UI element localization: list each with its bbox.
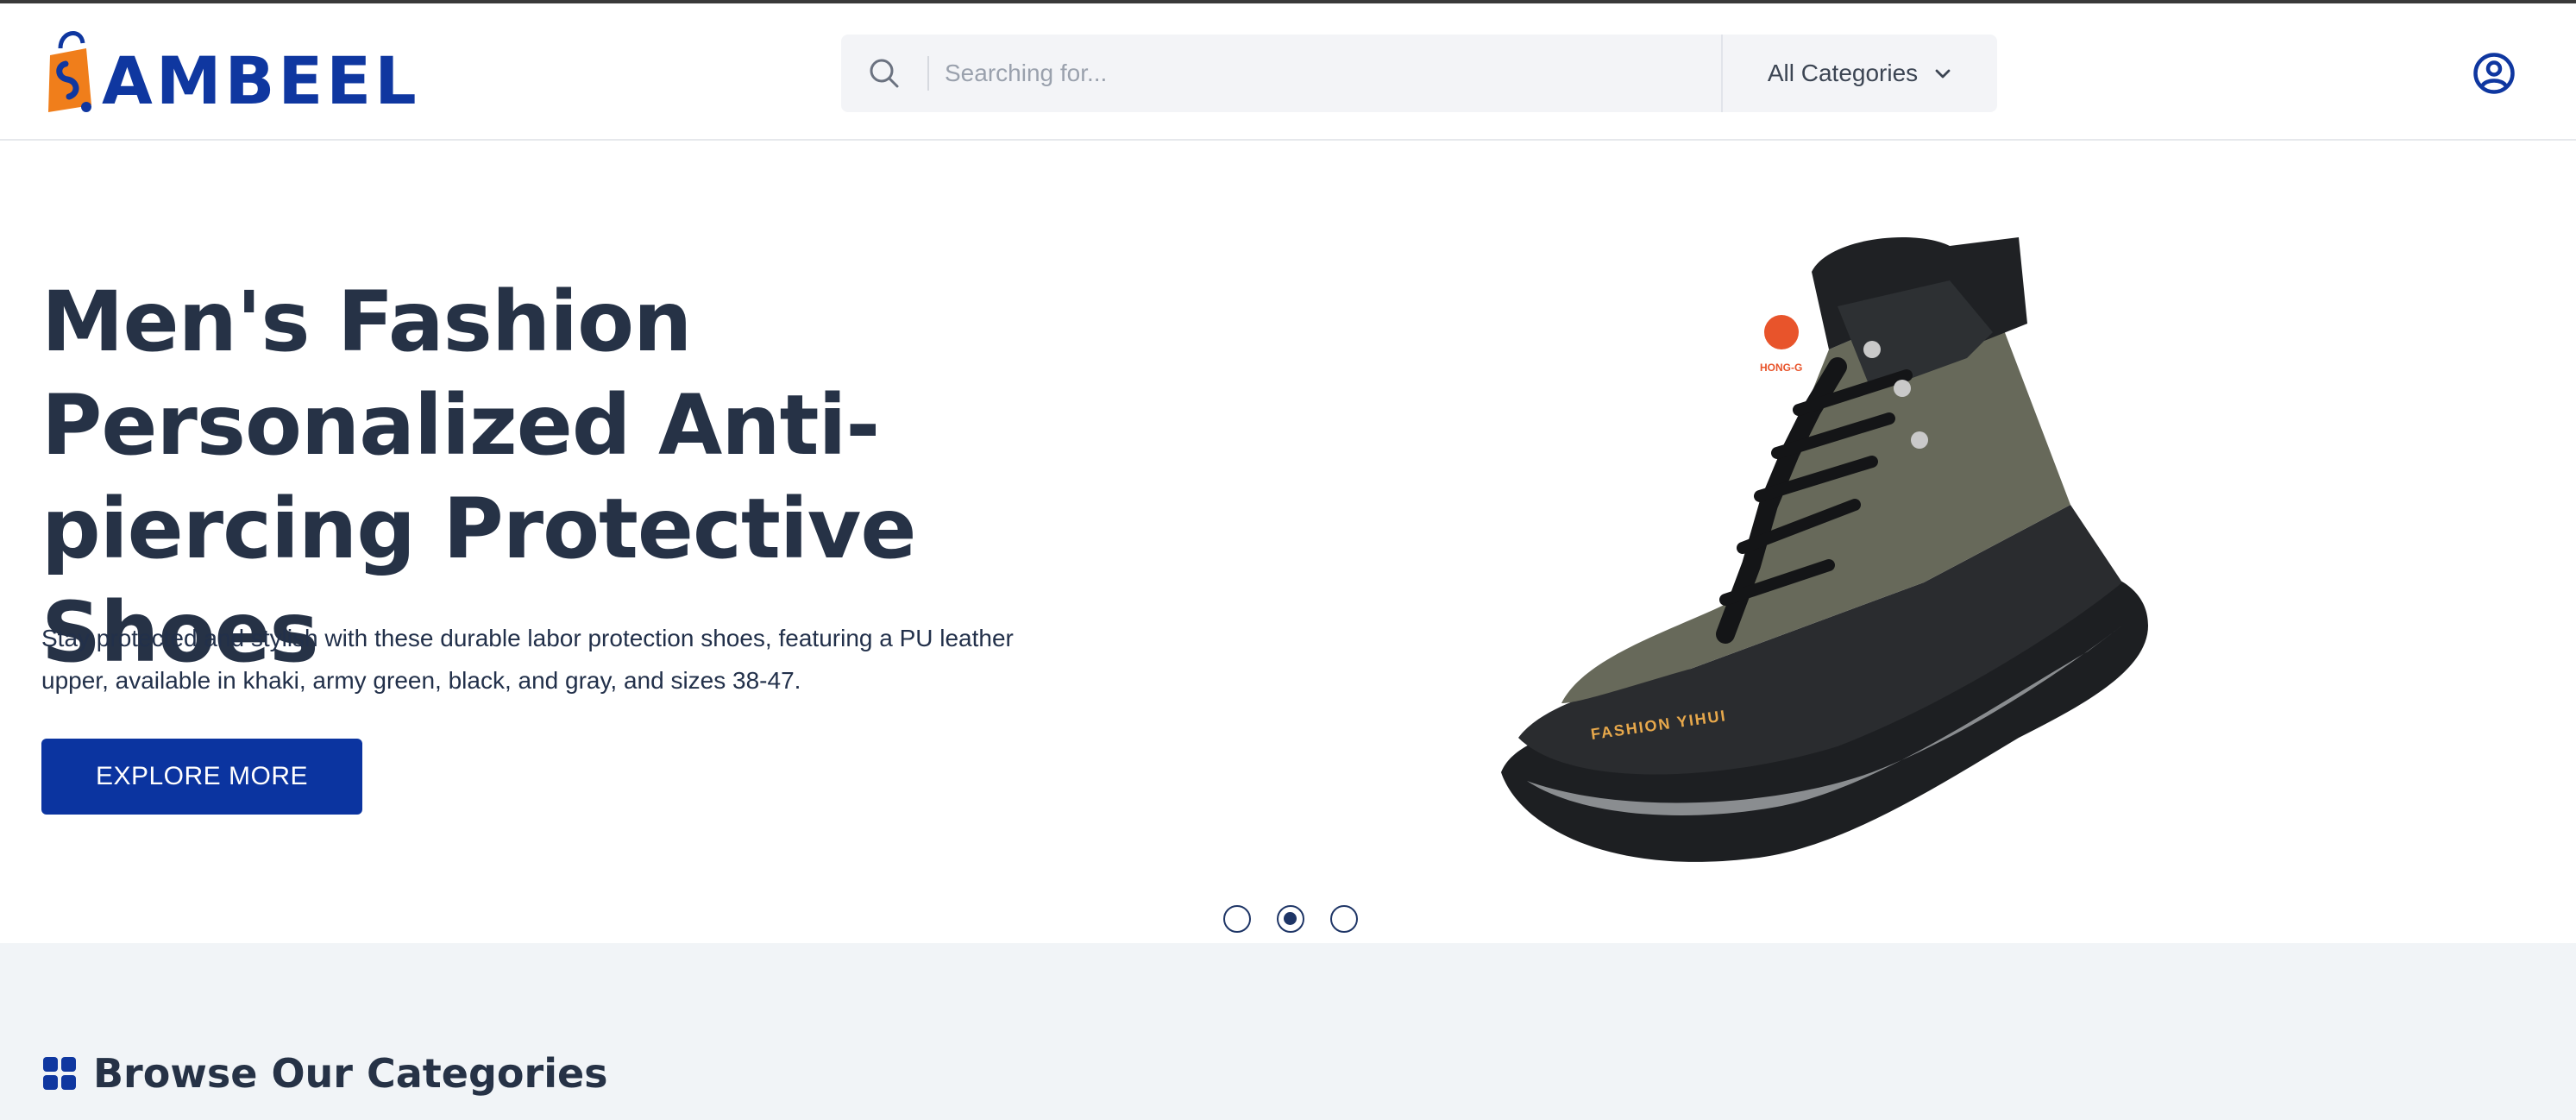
carousel-indicators <box>1223 905 1358 933</box>
categories-section: Browse Our Categories <box>0 943 2576 1120</box>
site-logo[interactable]: AMBEEL <box>41 22 417 117</box>
site-header: AMBEEL All Categories <box>0 3 2576 141</box>
hero-product-image: HONG-G FASHION YIHUI <box>1501 237 2148 862</box>
hero-banner: Men's Fashion Personalized Anti-piercing… <box>0 142 2576 943</box>
explore-more-button[interactable]: EXPLORE MORE <box>41 739 362 815</box>
carousel-dot-2[interactable] <box>1277 905 1304 933</box>
brand-name: AMBEEL <box>102 42 420 119</box>
categories-title: Browse Our Categories <box>93 1050 608 1097</box>
search-input[interactable] <box>945 43 1678 104</box>
user-account-icon[interactable] <box>2472 52 2516 95</box>
grid-icon <box>43 1057 76 1090</box>
chevron-down-icon <box>1935 69 1951 79</box>
search-separator <box>927 56 929 91</box>
boot-brand-text: HONG-G <box>1760 362 1802 374</box>
category-select-label: All Categories <box>1767 60 1919 86</box>
carousel-dot-3[interactable] <box>1330 905 1358 933</box>
search-bar: All Categories <box>841 35 1997 112</box>
carousel-dot-1[interactable] <box>1223 905 1251 933</box>
categories-heading: Browse Our Categories <box>41 1050 608 1097</box>
hero-description: Stay protected and stylish with these du… <box>41 625 1014 694</box>
search-icon[interactable] <box>867 56 902 91</box>
category-select[interactable]: All Categories <box>1723 35 1997 112</box>
